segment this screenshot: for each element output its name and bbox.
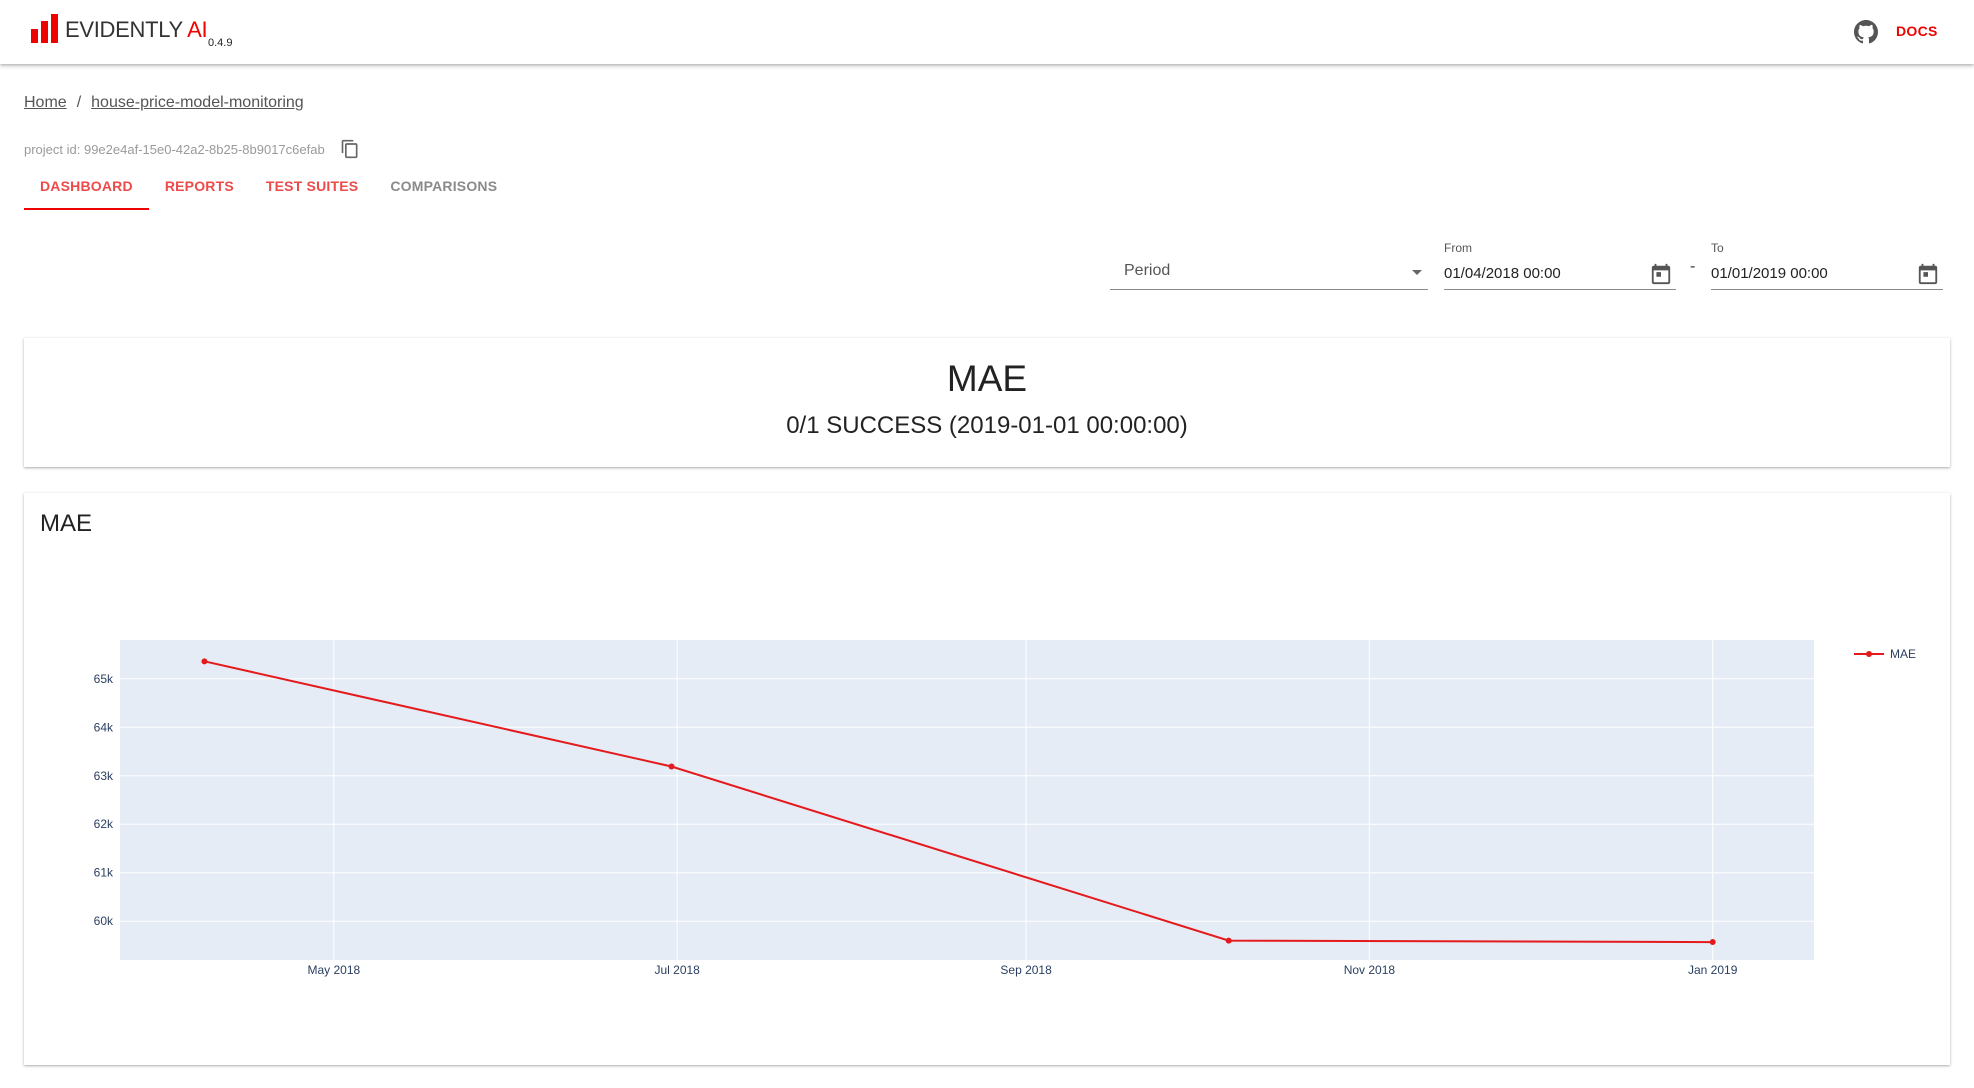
y-tick-label: 60k — [94, 914, 114, 928]
breadcrumb-separator: / — [76, 94, 82, 111]
to-date-field: To — [1711, 240, 1943, 290]
from-date-field: From — [1444, 240, 1676, 290]
data-point — [668, 763, 675, 770]
y-tick-label: 62k — [94, 817, 114, 831]
copy-button[interactable] — [339, 138, 361, 160]
docs-link[interactable]: DOCS — [1896, 23, 1938, 39]
data-point — [1225, 937, 1232, 944]
evidently-logo[interactable]: EVIDENTLY AI — [31, 13, 208, 43]
project-id-row: project id: 99e2e4af-15e0-42a2-8b25-8b90… — [24, 138, 361, 160]
github-icon — [1854, 20, 1878, 44]
to-date-input[interactable] — [1711, 262, 1943, 290]
to-date-label: To — [1711, 241, 1724, 255]
tab-reports[interactable]: REPORTS — [149, 170, 250, 210]
period-select-label: Period — [1124, 262, 1171, 279]
chevron-down-icon — [1412, 270, 1422, 275]
tab-dashboard[interactable]: DASHBOARD — [24, 170, 149, 210]
logo-word: EVIDENTLY — [65, 17, 183, 42]
from-calendar-button[interactable] — [1650, 262, 1672, 286]
plot-panel: MAE 60k 61k 62k 63k 64k 65k May 2018 Jul 2018 Se… — [24, 493, 1950, 1065]
breadcrumb-home[interactable]: Home — [24, 94, 67, 112]
calendar-icon — [1918, 263, 1938, 285]
counter-title: MAE — [946, 358, 1028, 399]
copy-icon — [341, 139, 358, 159]
y-tick-label: 64k — [94, 720, 114, 734]
legend-marker-icon — [1866, 651, 1872, 657]
y-tick-label: 61k — [94, 866, 114, 880]
date-range-separator: - — [1690, 258, 1696, 275]
from-date-input[interactable] — [1444, 262, 1676, 290]
project-id-text: project id: 99e2e4af-15e0-42a2-8b25-8b90… — [24, 141, 325, 157]
y-tick-label: 63k — [94, 769, 114, 783]
mae-line-chart[interactable]: 60k 61k 62k 63k 64k 65k May 2018 Jul 2018 Sep 20… — [24, 493, 1950, 1065]
github-button[interactable] — [1852, 18, 1880, 46]
x-tick-label: Nov 2018 — [1344, 963, 1396, 977]
calendar-icon — [1651, 263, 1671, 285]
x-tick-label: Jul 2018 — [654, 963, 700, 977]
period-select[interactable]: Period — [1110, 252, 1428, 290]
app-bar: EVIDENTLY AI 0.4.9 DOCS — [0, 0, 1974, 64]
logo-text: EVIDENTLY AI — [65, 17, 208, 43]
logo-ai: AI — [187, 17, 208, 42]
x-tick-label: May 2018 — [308, 963, 361, 977]
counter-value: 0/1 SUCCESS (2019-01-01 00:00:00) — [786, 412, 1188, 439]
counter-panel: MAE 0/1 SUCCESS (2019-01-01 00:00:00) — [24, 338, 1950, 467]
project-tabs: DASHBOARD REPORTS TEST SUITES COMPARISON… — [24, 170, 513, 210]
breadcrumb: Home / house-price-model-monitoring — [24, 94, 304, 112]
data-point — [201, 658, 208, 665]
to-calendar-button[interactable] — [1917, 262, 1939, 286]
tab-test-suites[interactable]: TEST SUITES — [250, 170, 374, 210]
plot-background — [120, 640, 1814, 960]
y-tick-label: 65k — [94, 672, 114, 686]
version-label: 0.4.9 — [208, 37, 233, 49]
legend-label: MAE — [1890, 647, 1916, 661]
logo-bars-icon — [31, 14, 58, 43]
data-point — [1709, 939, 1716, 946]
breadcrumb-project[interactable]: house-price-model-monitoring — [91, 94, 304, 112]
from-date-label: From — [1444, 241, 1472, 255]
x-tick-label: Jan 2019 — [1688, 963, 1738, 977]
x-tick-label: Sep 2018 — [1000, 963, 1052, 977]
tab-comparisons[interactable]: COMPARISONS — [374, 170, 513, 210]
